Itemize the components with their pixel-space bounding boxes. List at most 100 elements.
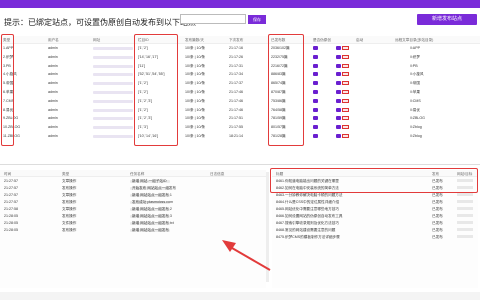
- enable-toggle[interactable]: [336, 70, 352, 79]
- article-row[interactable]: 8467.搜索引擎收录规则及优化方法技巧 已发布: [272, 219, 478, 226]
- article-row[interactable]: 8468.常见的网站建设需要注意的问题 已发布: [272, 226, 478, 233]
- pseudo-toggle[interactable]: [313, 88, 319, 97]
- log-row: 21:28:05 发布操作 新增 网站站点一组发布: [0, 226, 266, 233]
- table-row[interactable]: 4.小旋风 admin ['52','51','54','55'] 10/条 | 10…: [0, 70, 480, 79]
- add-site-button[interactable]: 新增发布站点: [417, 14, 477, 25]
- enable-toggle[interactable]: [336, 44, 352, 53]
- site-url[interactable]: [93, 134, 133, 138]
- site-user: admin: [48, 81, 58, 86]
- site-limit: 10/条 | 10/条: [185, 81, 206, 86]
- enable-toggle[interactable]: [336, 132, 352, 141]
- site-url[interactable]: [93, 64, 133, 68]
- enable-toggle[interactable]: [336, 79, 352, 88]
- site-next: 21:17:26: [229, 54, 243, 59]
- site-next: 21:17:16: [229, 46, 243, 50]
- enable-toggle[interactable]: [336, 114, 352, 123]
- site-url[interactable]: [93, 47, 133, 50]
- table-row[interactable]: 7.CMS admin ['1','2','3'] 10/条 | 10/条 21:17:…: [0, 97, 480, 106]
- enable-toggle[interactable]: [336, 53, 352, 62]
- pseudo-toggle[interactable]: [313, 79, 319, 88]
- site-url[interactable]: [93, 99, 133, 103]
- log-scrollbar[interactable]: [266, 172, 269, 282]
- pseudo-toggle[interactable]: [313, 97, 319, 106]
- footer-bar: [0, 292, 480, 300]
- pseudo-toggle[interactable]: [313, 44, 319, 53]
- log-type: 文章操作: [62, 179, 77, 183]
- article-status: 已发布: [432, 214, 443, 218]
- log-time: 21:27:57: [4, 193, 18, 197]
- table-row[interactable]: 5.帝国 admin ['1','2'] 10/条 | 10/条 21:17:37 865…: [0, 79, 480, 88]
- site-path: /l:PB: [410, 63, 418, 68]
- article-row[interactable]: 8466.如何设置网站的伪原创自动发布工具 已发布: [272, 212, 478, 219]
- site-next: 21:17:46: [229, 107, 243, 112]
- pseudo-toggle[interactable]: [313, 114, 319, 123]
- log-row: 21:27:57 文章操作 新增 网站-一组子站ID: [0, 177, 266, 184]
- site-path: /l:Zblog: [410, 133, 422, 138]
- site-url[interactable]: [93, 117, 133, 121]
- site-user: admin: [48, 54, 58, 59]
- table-row[interactable]: 3.PB admin ['11'] 10/条 | 10/条 21:17:31 2216/7…: [0, 62, 480, 71]
- pseudo-toggle[interactable]: [313, 106, 319, 115]
- log-time: 21:27:57: [4, 186, 18, 190]
- table-row[interactable]: 6.苹果 admin ['1','2'] 10/条 | 10/条 21:17:46 870…: [0, 88, 480, 97]
- site-url[interactable]: [93, 73, 133, 77]
- site-limit: 10/条 | 10/条: [185, 125, 206, 130]
- table-row[interactable]: 8.易优 admin ['1','2'] 10/条 | 10/条 21:17:46 764…: [0, 106, 480, 115]
- site-next: 18:21:14: [229, 133, 243, 138]
- log-time: 21:28:05: [4, 228, 18, 232]
- site-url[interactable]: [93, 90, 133, 94]
- site-next: 21:17:34: [229, 72, 243, 77]
- pseudo-toggle[interactable]: [313, 62, 319, 71]
- header-path: 远程文章目录(多站目录): [395, 38, 434, 42]
- site-url[interactable]: [93, 82, 133, 86]
- site-user: admin: [48, 116, 58, 121]
- site-next: 21:17:31: [229, 63, 243, 68]
- pseudo-toggle[interactable]: [313, 132, 319, 141]
- site-limit: 10/条 | 10/条: [185, 72, 206, 77]
- enable-toggle[interactable]: [336, 62, 352, 71]
- article-title: 8466.如何设置网站的伪原创自动发布工具: [276, 214, 343, 218]
- table-row[interactable]: 2.织梦 admin ['14','16','17'] 10/条 | 10/条 21:1…: [0, 53, 480, 62]
- article-target: [457, 214, 473, 217]
- site-path: /l:Zblog: [410, 125, 422, 130]
- table-row[interactable]: 11.ZBLOG admin ['10','14','16'] 10/条 | 10/条…: [0, 132, 480, 141]
- save-button[interactable]: 保存: [248, 15, 266, 24]
- site-user: admin: [48, 98, 58, 103]
- table-row[interactable]: 9.ZBLOG admin ['1','2','3'] 10/条 | 10/条 21:1…: [0, 114, 480, 123]
- site-url[interactable]: [93, 108, 133, 112]
- log-info: 新增 网站站点一组发布 txt: [132, 221, 174, 225]
- article-row[interactable]: 8465.网站优化中需要注意哪些地方技巧 已发布: [272, 205, 478, 212]
- log-info: 新增 网站站点一组发布 1: [132, 193, 172, 197]
- table-row[interactable]: 10.ZBLOG admin ['1','3'] 10/条 | 10/条 21:17:5…: [0, 123, 480, 132]
- site-url[interactable]: [93, 126, 133, 130]
- article-target: [457, 193, 473, 196]
- log-info: 新增 网站站点一组发布: [132, 228, 169, 232]
- site-path: /l:易优: [410, 107, 420, 112]
- site-next: 21:17:46: [229, 89, 243, 94]
- site-limit: 10/条 | 10/条: [185, 98, 206, 103]
- log-row: 21:27:57 发布操作 发布成功 plasmoicss.com: [0, 198, 266, 205]
- article-row[interactable]: 8464.什么是CSS中的定位属性详细介绍 已发布: [272, 198, 478, 205]
- header-limit: 发布篇数/天: [185, 38, 204, 42]
- article-title: 8468.常见的网站建设需要注意的问题: [276, 228, 336, 232]
- pseudo-toggle[interactable]: [313, 53, 319, 62]
- site-path: /l:CMS: [410, 98, 421, 103]
- enable-toggle[interactable]: [336, 97, 352, 106]
- log-header-type: 类型: [62, 172, 70, 176]
- header-next: 下次发布: [229, 38, 244, 42]
- article-row[interactable]: 8475.织梦CMS的模板制作方法详细步骤 已发布: [272, 233, 478, 240]
- site-user: admin: [48, 107, 58, 112]
- enable-toggle[interactable]: [336, 88, 352, 97]
- enable-toggle[interactable]: [336, 123, 352, 132]
- pseudo-toggle[interactable]: [313, 70, 319, 79]
- site-input[interactable]: [180, 14, 246, 24]
- log-row: 21:27:57 文章操作 新增 网站站点一组发布 1: [0, 191, 266, 198]
- pseudo-toggle[interactable]: [313, 123, 319, 132]
- enable-toggle[interactable]: [336, 106, 352, 115]
- site-url[interactable]: [93, 55, 133, 59]
- sites-table: 类型 用户名 网址 栏目ID 发布篇数/天 下次发布 已发布数 是否伪原创 启动…: [0, 36, 480, 141]
- table-row[interactable]: 1.APP admin ['1','2'] 10/条 | 10/条 21:17:16 20…: [0, 44, 480, 53]
- divider: [0, 164, 480, 165]
- site-user: admin: [48, 89, 58, 94]
- log-type: 文章操作: [62, 193, 77, 197]
